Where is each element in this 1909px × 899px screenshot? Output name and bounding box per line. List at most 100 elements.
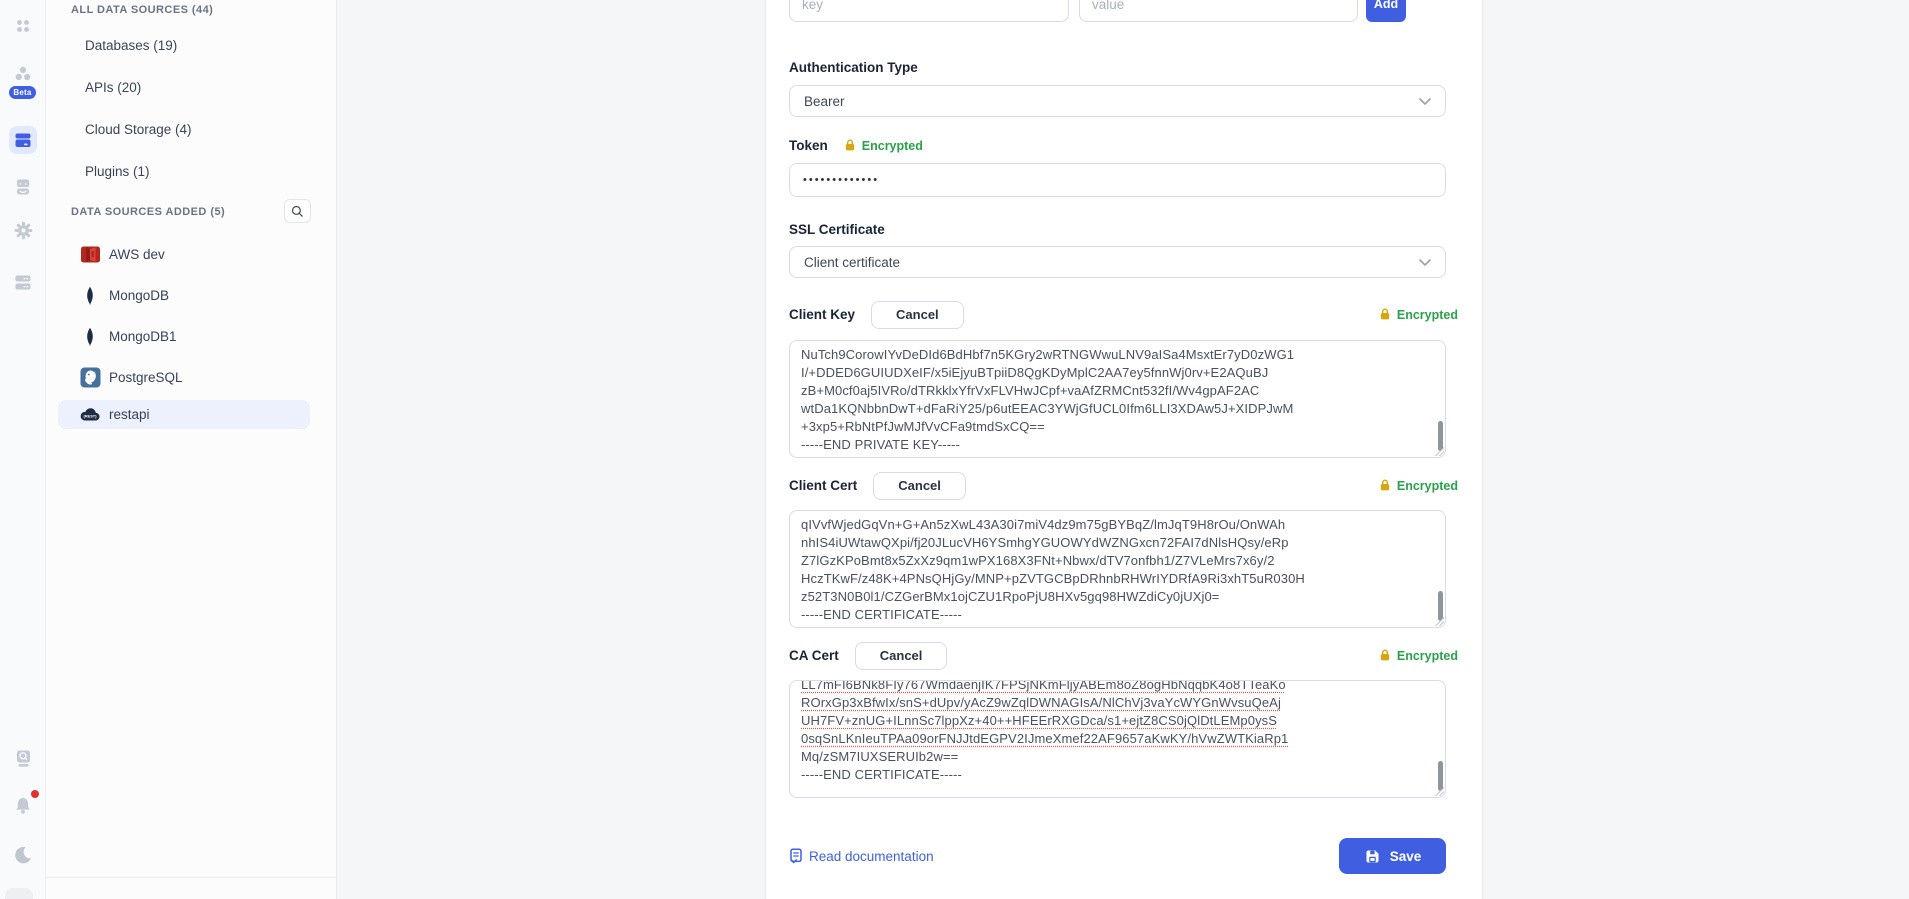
chevron-down-icon [1419,98,1431,105]
profile-tile[interactable] [5,888,33,899]
save-label: Save [1390,849,1422,864]
all-data-sources-header: ALL DATA SOURCES (44) [71,4,213,16]
beta-cluster-icon[interactable] [9,60,37,88]
sidebar-search-button[interactable] [284,199,311,223]
cert-line: 0sqSnLKnIeuTPAa09orFNJJtdEGPV2IJmeXmef22… [801,730,1434,748]
data-sources-icon[interactable] [9,126,37,154]
source-row-aws-dev[interactable]: AWS dev [58,240,310,269]
key-placeholder: key [802,0,823,12]
cert-line: -----END PRIVATE KEY----- [801,436,1434,454]
resize-handle[interactable] [1434,616,1444,626]
encrypted-label: Encrypted [1397,649,1458,663]
source-label: MongoDB1 [109,329,177,344]
docs-search-icon[interactable] [9,744,37,772]
read-documentation-link[interactable]: Read documentation [789,848,934,864]
client-key-encrypted-badge: Encrypted [1379,308,1458,322]
cert-line: qIVvfWjedGqVn+G+An5zXwL43A30i7miV4dz9m75… [801,516,1434,534]
client-cert-encrypted-badge: Encrypted [1379,479,1458,493]
token-password-input[interactable]: ••••••••••••• [789,163,1446,197]
chevron-down-icon [1419,259,1431,266]
icon-rail: Beta [0,0,46,899]
ssl-certificate-label: SSL Certificate [789,222,1446,237]
notifications-bell-icon[interactable] [9,792,37,820]
datasources-sidebar: ALL DATA SOURCES (44) Databases (19) API… [46,0,337,899]
aws-icon [79,244,101,266]
sidebar-item-apis[interactable]: APIs (20) [85,80,141,95]
header-value-input[interactable]: value [1079,0,1358,22]
sidebar-footer-divider [46,877,336,899]
sidebar-item-cloud-storage[interactable]: Cloud Storage (4) [85,122,192,137]
dark-mode-moon-icon[interactable] [9,841,37,869]
resize-handle[interactable] [1434,786,1444,796]
source-row-mongodb[interactable]: MongoDB [58,281,310,310]
token-encrypted-badge: Encrypted [844,139,923,153]
cert-line: -----END CERTIFICATE----- [801,606,1434,624]
client-key-label: Client Key [789,307,855,322]
ca-cert-header-row: CA Cert Cancel Encrypted [789,641,1446,670]
save-icon [1364,848,1381,865]
ssl-certificate-value: Client certificate [804,255,900,270]
read-documentation-label: Read documentation [809,849,934,864]
client-cert-textarea[interactable]: qIVvfWjedGqVn+G+An5zXwL43A30i7miV4dz9m75… [789,510,1446,628]
sidebar-item-databases[interactable]: Databases (19) [85,38,177,53]
cert-line: HczTKwF/z48K+4PNsQHjGy/MNP+pZVTGCBpDRhnb… [801,570,1434,588]
authentication-type-select[interactable]: Bearer [789,85,1446,117]
client-key-header-row: Client Key Cancel Encrypted [789,300,1446,329]
ssl-certificate-select[interactable]: Client certificate [789,246,1446,278]
settings-gear-icon[interactable] [9,216,37,244]
token-label-row: Token Encrypted [789,138,1446,153]
client-cert-label: Client Cert [789,478,857,493]
save-button[interactable]: Save [1339,838,1446,874]
mongodb-leaf-icon [79,326,101,348]
lock-icon [844,139,856,152]
resize-handle[interactable] [1434,446,1444,456]
server-icon[interactable] [9,268,37,296]
data-sources-added-header: DATA SOURCES ADDED (5) [71,206,225,218]
cert-line: z52T3N0B0l1/CZGerBMx1ojCZU1RpoPjU8HXv5gq… [801,588,1434,606]
ca-cert-cancel-button[interactable]: Cancel [855,642,948,670]
source-label: MongoDB [109,288,169,303]
cert-line: ROrxGp3xBfwIx/snS+dUpv/yAcZ9wZqlDWNAGIsA… [801,694,1434,712]
encrypted-label: Encrypted [1397,308,1458,322]
storefront-icon[interactable] [9,173,37,201]
sidebar-item-plugins[interactable]: Plugins (1) [85,164,150,179]
cert-line: NuTch9CorowIYvDeDId6BdHbf7n5KGry2wRTNGWw… [801,346,1434,364]
cert-line: wtDa1KQNbbnDwT+dFaRiY25/p6utEEAC3YWjGfUC… [801,400,1434,418]
client-key-cancel-button[interactable]: Cancel [871,301,964,329]
authentication-type-value: Bearer [804,94,845,109]
source-label: PostgreSQL [109,370,183,385]
add-button[interactable]: Add [1366,0,1406,22]
form-footer: Read documentation Save [789,838,1446,874]
cert-line: I/+DDED6GUIUDXeIF/x5iEjyuBTpiiD8QgKDyMpl… [801,364,1434,382]
svg-text:{REST}: {REST} [83,413,97,418]
cert-line: UH7FV+znUG+ILnnSc7lppXz+40++HFEErRXGDca/… [801,712,1434,730]
source-label: restapi [109,407,150,422]
source-row-mongodb1[interactable]: MongoDB1 [58,322,310,351]
document-icon [789,848,803,864]
ca-cert-label: CA Cert [789,648,839,663]
postgresql-icon [79,367,101,389]
lock-icon [1379,649,1391,662]
source-row-postgresql[interactable]: PostgreSQL [58,363,310,392]
lock-icon [1379,479,1391,492]
ca-cert-textarea[interactable]: LL7mFI6BNk8FIy767WmdaenjIK7FPSjNKmFljyAB… [789,680,1446,798]
source-label: AWS dev [109,247,165,262]
cert-line: +3xp5+RbNtPfJwMJfVvCFa9tmdSxCQ== [801,418,1434,436]
authentication-type-label: Authentication Type [789,60,1446,75]
mongodb-leaf-icon [79,285,101,307]
source-row-restapi[interactable]: {REST} restapi [58,400,310,429]
client-key-textarea[interactable]: NuTch9CorowIYvDeDId6BdHbf7n5KGry2wRTNGWw… [789,340,1446,458]
datasource-settings-panel: key value Add Authentication Type Bearer… [765,0,1483,899]
cert-line: Z7lGzKPoBmt8x5ZxXz9qm1wPX168X3FNt+Nbwx/d… [801,552,1434,570]
token-label: Token [789,138,828,153]
app-window: Beta [0,0,1909,899]
client-cert-cancel-button[interactable]: Cancel [873,472,966,500]
header-key-input[interactable]: key [789,0,1069,22]
beta-badge: Beta [9,86,36,99]
client-cert-header-row: Client Cert Cancel Encrypted [789,471,1446,500]
cert-line: -----END CERTIFICATE----- [801,766,1434,784]
search-icon [291,205,304,218]
cert-line: Mq/zSM7IUXSERUIb2w== [801,748,1434,766]
notification-dot [31,790,39,798]
apps-grid-icon[interactable] [9,12,37,40]
